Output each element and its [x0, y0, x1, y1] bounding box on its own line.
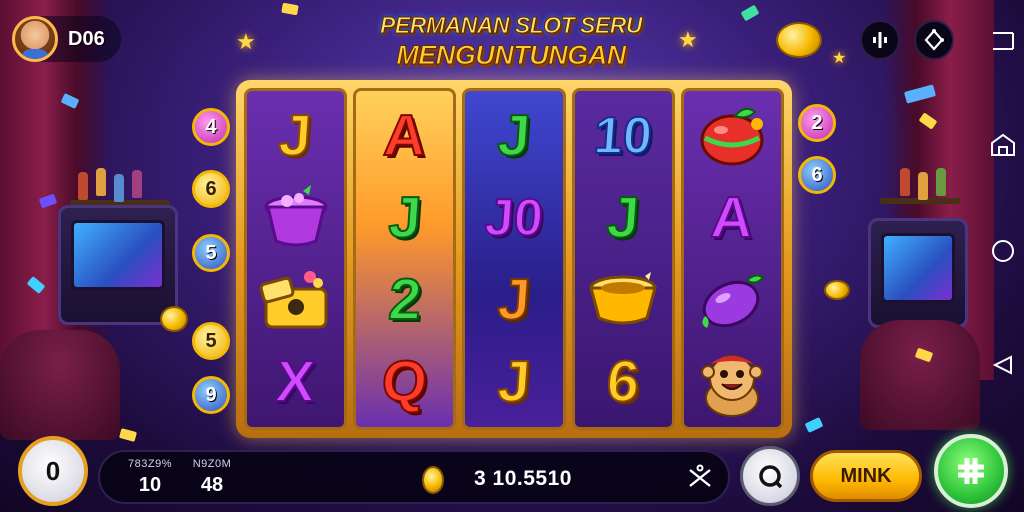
payline-indicator[interactable]: 5: [192, 322, 230, 360]
gold-pot-icon: [575, 261, 671, 339]
symbol-j: J: [604, 184, 643, 251]
payline-indicator[interactable]: 6: [798, 156, 836, 194]
confetti-piece: [740, 4, 760, 22]
spin-button[interactable]: [934, 434, 1008, 508]
confetti-piece: [118, 428, 138, 442]
reel-2: A J 2 Q: [353, 88, 457, 430]
player-name: D06: [68, 27, 105, 50]
game-title-line1: PERMANAN SLOT SERU: [380, 12, 643, 38]
star-icon: ★: [678, 28, 698, 53]
bottle-decoration: [132, 170, 142, 198]
left-seat: [0, 330, 120, 440]
minimize-icon[interactable]: [990, 28, 1016, 54]
stat-lines-label: 783Z9%: [128, 458, 172, 470]
reel-1: J X: [244, 88, 348, 430]
payline-indicator[interactable]: 9: [192, 376, 230, 414]
coin-decoration: [160, 306, 188, 332]
symbol-j: J: [495, 348, 534, 415]
star-icon: ★: [236, 30, 256, 55]
payline-indicator[interactable]: 6: [192, 170, 230, 208]
confetti-piece: [281, 2, 299, 16]
stat-lines[interactable]: 783Z9% 10: [120, 458, 180, 497]
max-bet-button[interactable]: MINK: [810, 450, 922, 502]
payline-indicator[interactable]: 5: [192, 234, 230, 272]
settings-gear-icon[interactable]: [914, 20, 954, 60]
bet-button-label: 0: [45, 455, 61, 486]
confetti-piece: [804, 417, 824, 433]
spin-plus-icon: [958, 458, 984, 484]
refresh-swap-icon[interactable]: [686, 464, 714, 492]
symbol-x: X: [273, 348, 318, 415]
purple-plum-icon: [684, 261, 780, 339]
bottle-decoration: [78, 172, 88, 200]
autospin-icon: [759, 465, 783, 489]
coin-icon: [422, 466, 444, 494]
gold-chest-icon: [248, 261, 344, 339]
symbol-2: 2: [385, 266, 424, 333]
bottle-decoration: [114, 174, 124, 202]
symbol-a: A: [381, 102, 429, 169]
payline-indicator[interactable]: 4: [192, 108, 230, 146]
symbol-6: 6: [604, 348, 643, 415]
smiling-mascot-icon: [684, 343, 780, 421]
bottle-decoration: [918, 172, 928, 200]
coin-decoration: [776, 22, 822, 58]
game-title: PERMANAN SLOT SERU MENGUNTUNGAN: [380, 12, 643, 70]
symbol-10: 10: [591, 106, 655, 166]
symbol-j: J: [385, 184, 424, 251]
stat-bet-label: N9Z0M: [192, 458, 232, 470]
symbol-q: Q: [379, 348, 431, 415]
star-icon: ★: [832, 48, 847, 67]
reel-5: A: [680, 88, 785, 430]
autospin-button[interactable]: [740, 446, 800, 506]
slot-machine-frame: J X A J 2 Q J J0 J J 10 J 6 A: [236, 80, 792, 438]
symbol-j: J: [495, 266, 534, 333]
reel-4: 10 J 6: [571, 88, 675, 430]
right-seat: [860, 320, 980, 430]
symbol-j: J: [495, 102, 534, 169]
reel-3: J J0 J J: [462, 88, 566, 430]
balance-value: 3 10.5510: [474, 467, 572, 490]
purple-gem-pot-icon: [248, 179, 344, 257]
stat-bet[interactable]: N9Z0M 48: [182, 458, 242, 497]
system-nav-bar: [982, 0, 1024, 512]
bottle-decoration: [900, 168, 910, 196]
sound-bars-icon[interactable]: [860, 20, 900, 60]
max-bet-label: MINK: [840, 464, 892, 487]
stat-bet-value: 48: [200, 474, 224, 496]
symbol-a: A: [708, 184, 756, 251]
coin-decoration: [824, 280, 850, 300]
stat-lines-value: 10: [138, 474, 162, 496]
payline-indicator[interactable]: 2: [798, 104, 836, 142]
player-badge[interactable]: D06: [12, 16, 121, 62]
symbol-j: J: [276, 102, 315, 169]
bet-button[interactable]: 0: [18, 436, 88, 506]
left-arcade-cabinet: [58, 205, 178, 325]
bottle-decoration: [936, 168, 946, 196]
bottom-info-bar: 783Z9% 10 N9Z0M 48 3 10.5510: [98, 450, 730, 504]
home-icon[interactable]: [990, 132, 1016, 158]
red-fruit-icon: [684, 97, 780, 175]
bottle-decoration: [96, 168, 106, 196]
circle-home-icon[interactable]: [990, 238, 1016, 264]
back-triangle-icon[interactable]: [990, 352, 1016, 378]
right-arcade-cabinet: [868, 218, 968, 328]
player-avatar[interactable]: [12, 16, 58, 62]
symbol-j0: J0: [482, 188, 546, 248]
game-title-line2: MENGUNTUNGAN: [396, 40, 627, 70]
reels-grid: J X A J 2 Q J J0 J J 10 J 6 A: [244, 88, 785, 430]
